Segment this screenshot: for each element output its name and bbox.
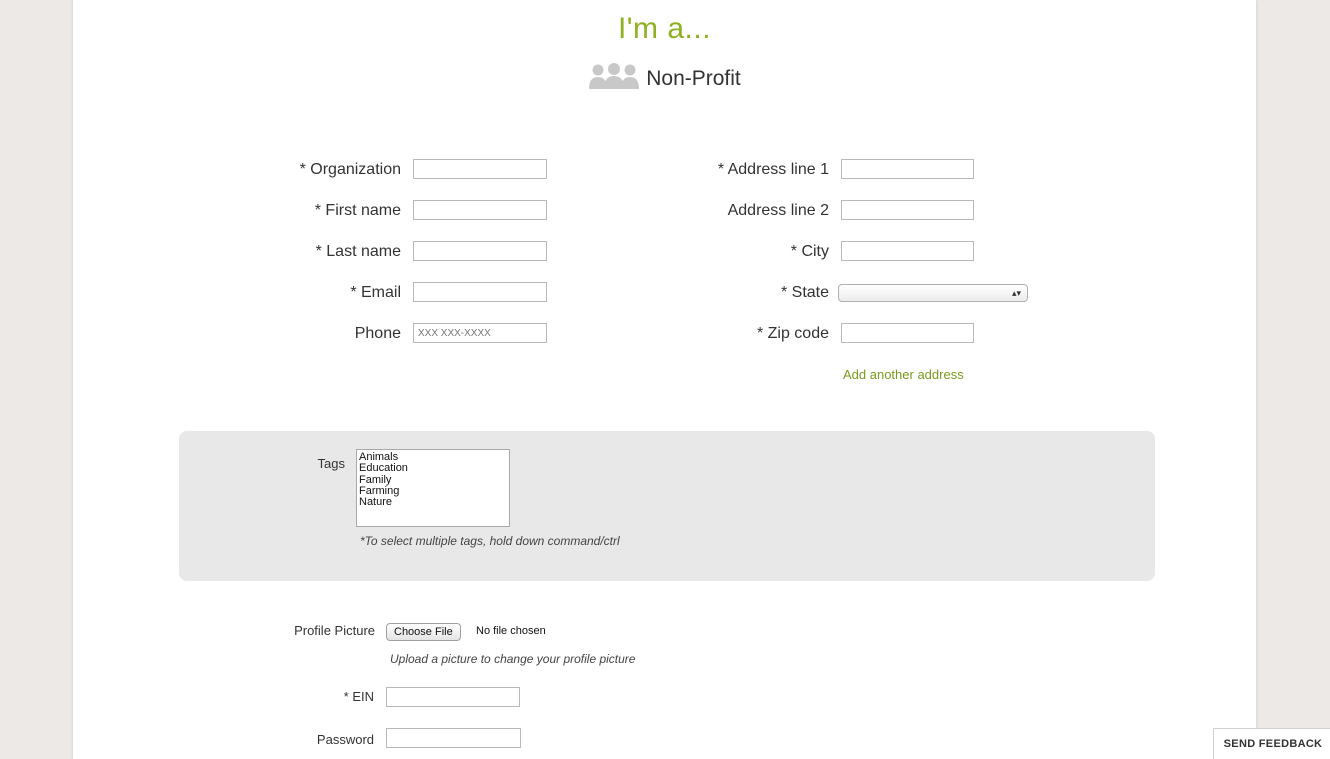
tag-option[interactable]: Education (359, 463, 507, 474)
profile-picture-label: Profile Picture (294, 623, 375, 638)
role-label: Non-Profit (646, 67, 741, 90)
select-arrows-icon: ▴▾ (1011, 288, 1021, 298)
signup-page: I'm a... Non-Profit * Organization * Fir… (73, 0, 1256, 759)
profile-picture-hint: Upload a picture to change your profile … (390, 652, 636, 666)
ein-label: * EIN (343, 689, 374, 704)
tags-label: Tags (317, 456, 345, 471)
ein-input[interactable] (386, 687, 520, 707)
first-name-label: * First name (314, 202, 401, 219)
email-input[interactable] (413, 282, 547, 302)
tags-hint: *To select multiple tags, hold down comm… (360, 534, 620, 548)
last-name-label: * Last name (315, 243, 401, 260)
address-line-1-label: * Address line 1 (717, 161, 829, 178)
password-input[interactable] (386, 728, 521, 748)
people-icon (588, 62, 640, 96)
tags-panel: Tags Animals Education Family Farming Na… (179, 431, 1155, 581)
address-line-2-label: Address line 2 (727, 202, 829, 219)
zip-code-label: * Zip code (756, 325, 829, 342)
first-name-input[interactable] (413, 200, 547, 220)
email-label: * Email (350, 284, 401, 301)
last-name-input[interactable] (413, 241, 547, 261)
choose-file-button[interactable]: Choose File (386, 623, 461, 641)
tag-option[interactable]: Nature (359, 497, 507, 508)
password-label: Password (316, 732, 374, 747)
address-line-1-input[interactable] (841, 159, 974, 179)
organization-label: * Organization (299, 161, 401, 178)
file-status: No file chosen (476, 625, 546, 637)
state-select[interactable]: ▴▾ (838, 284, 1028, 302)
phone-label: Phone (354, 325, 401, 342)
state-label: * State (780, 284, 829, 301)
send-feedback-button[interactable]: SEND FEEDBACK (1213, 728, 1330, 759)
city-label: * City (790, 243, 829, 260)
organization-input[interactable] (413, 159, 547, 179)
address-line-2-input[interactable] (841, 200, 974, 220)
page-title: I'm a... (617, 12, 712, 45)
tags-multiselect[interactable]: Animals Education Family Farming Nature (356, 449, 510, 527)
zip-code-input[interactable] (841, 323, 974, 343)
role-heading: Non-Profit (73, 62, 1256, 96)
phone-input[interactable] (413, 323, 547, 343)
add-another-address-link[interactable]: Add another address (843, 367, 964, 382)
city-input[interactable] (841, 241, 974, 261)
